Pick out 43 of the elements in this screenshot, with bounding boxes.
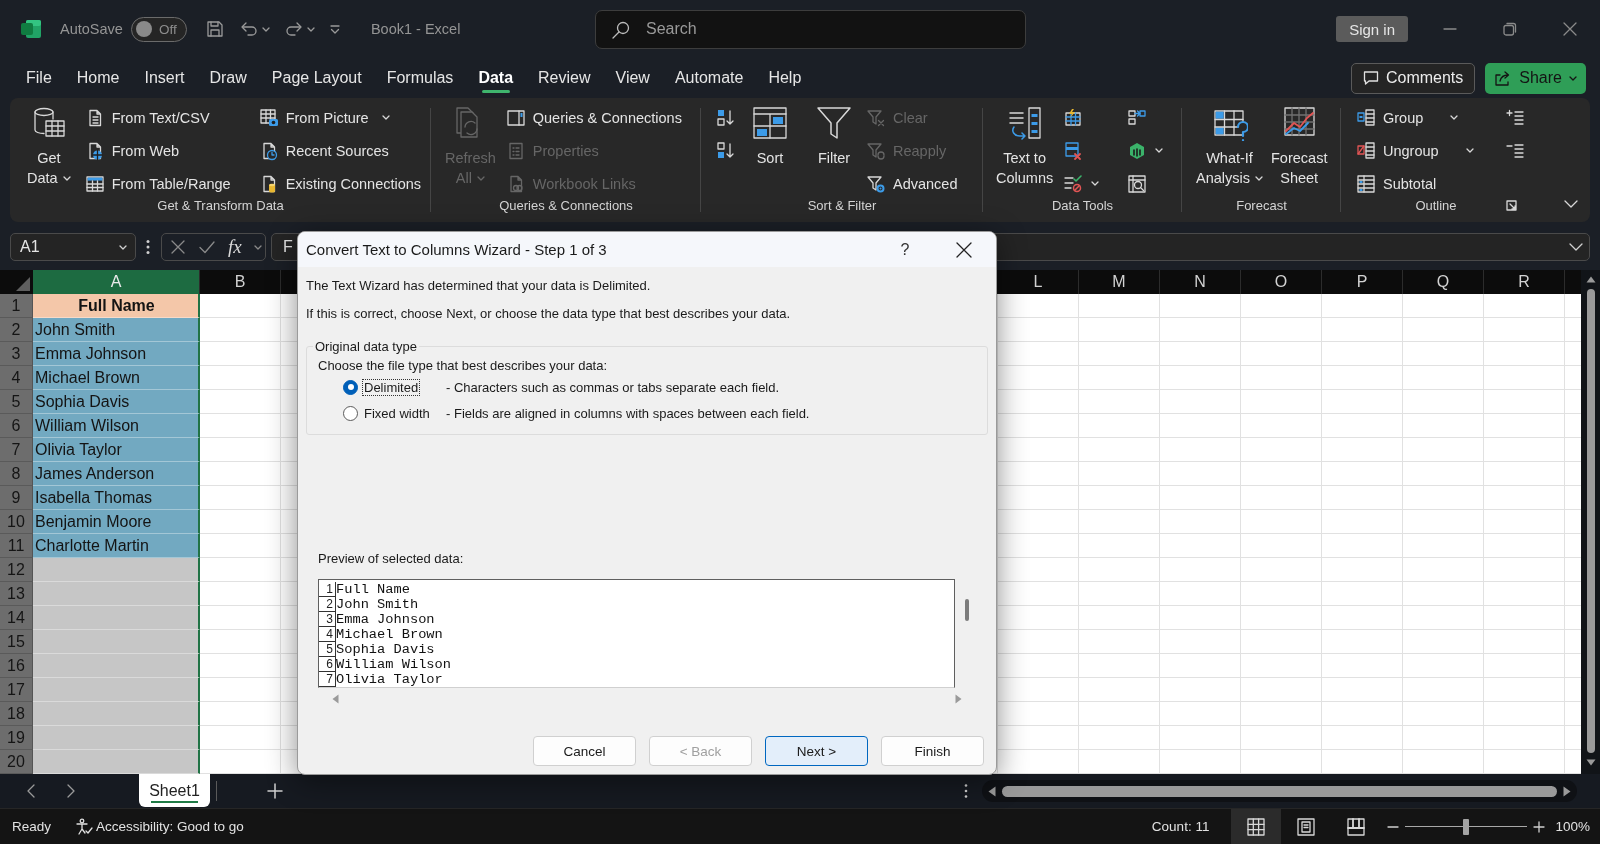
status-text: Ready <box>12 819 52 834</box>
preview-line: Olivia Taylor <box>336 672 443 687</box>
preview-line: Emma Johnson <box>336 612 435 627</box>
group-label: Get & Transform Data <box>157 198 284 213</box>
line-number: 2 <box>319 597 336 612</box>
group-label: Sort & Filter <box>807 198 877 213</box>
sheet-cell: John Smith <box>33 318 200 342</box>
preview-line: Full Name <box>336 582 410 597</box>
autosave-label: AutoSave <box>60 21 123 37</box>
sheet-cell: Charlotte Martin <box>33 534 200 558</box>
line-number: 3 <box>319 612 336 627</box>
preview-line: Michael Brown <box>336 627 443 642</box>
line-number: 6 <box>319 657 336 672</box>
sheet-cell: James Anderson <box>33 462 200 486</box>
window-title: Book1 - Excel <box>370 21 461 37</box>
sheet-cell: Olivia Taylor <box>33 438 200 462</box>
preview-line: John Smith <box>336 597 419 612</box>
sheet-cell: Emma Johnson <box>33 342 200 366</box>
preview-line: Sophia Davis <box>336 642 435 657</box>
group-legend: Original data type <box>313 339 419 354</box>
dialog-title: Convert Text to Columns Wizard - Step 1 of 3 <box>306 241 607 258</box>
sheet-cell: Full Name <box>33 294 200 318</box>
line-number: 7 <box>319 672 336 687</box>
dialog-text: If this is correct, choose Next, or choose the data type that best describes your data. <box>306 306 791 322</box>
dialog-text: The Text Wizard has determined that your data is Delimited. <box>306 278 651 294</box>
line-number: 5 <box>319 642 336 657</box>
group-label: Queries & Connections <box>499 198 633 213</box>
sheet-cell: Michael Brown <box>33 366 200 390</box>
group-label: Outline <box>1415 198 1457 213</box>
sheet-cell: William Wilson <box>33 414 200 438</box>
option-description: - Fields are aligned in columns with spaces between each field. <box>446 405 810 421</box>
line-number: 1 <box>319 582 336 597</box>
option-description: - Characters such as commas or tabs separate each field. <box>446 379 780 395</box>
preview-line: William Wilson <box>336 657 451 672</box>
group-label: Data Tools <box>1051 198 1114 213</box>
sheet-cell: Sophia Davis <box>33 390 200 414</box>
preview-label: Preview of selected data: <box>318 551 464 567</box>
group-label: Forecast <box>1236 198 1287 213</box>
line-number: 4 <box>319 627 336 642</box>
count-text: Count: 11 <box>1151 819 1210 834</box>
sheet-cell: Benjamin Moore <box>33 510 200 534</box>
sheet-cell: Isabella Thomas <box>33 486 200 510</box>
prompt-text: Choose the file type that best describes your data: <box>318 358 608 374</box>
